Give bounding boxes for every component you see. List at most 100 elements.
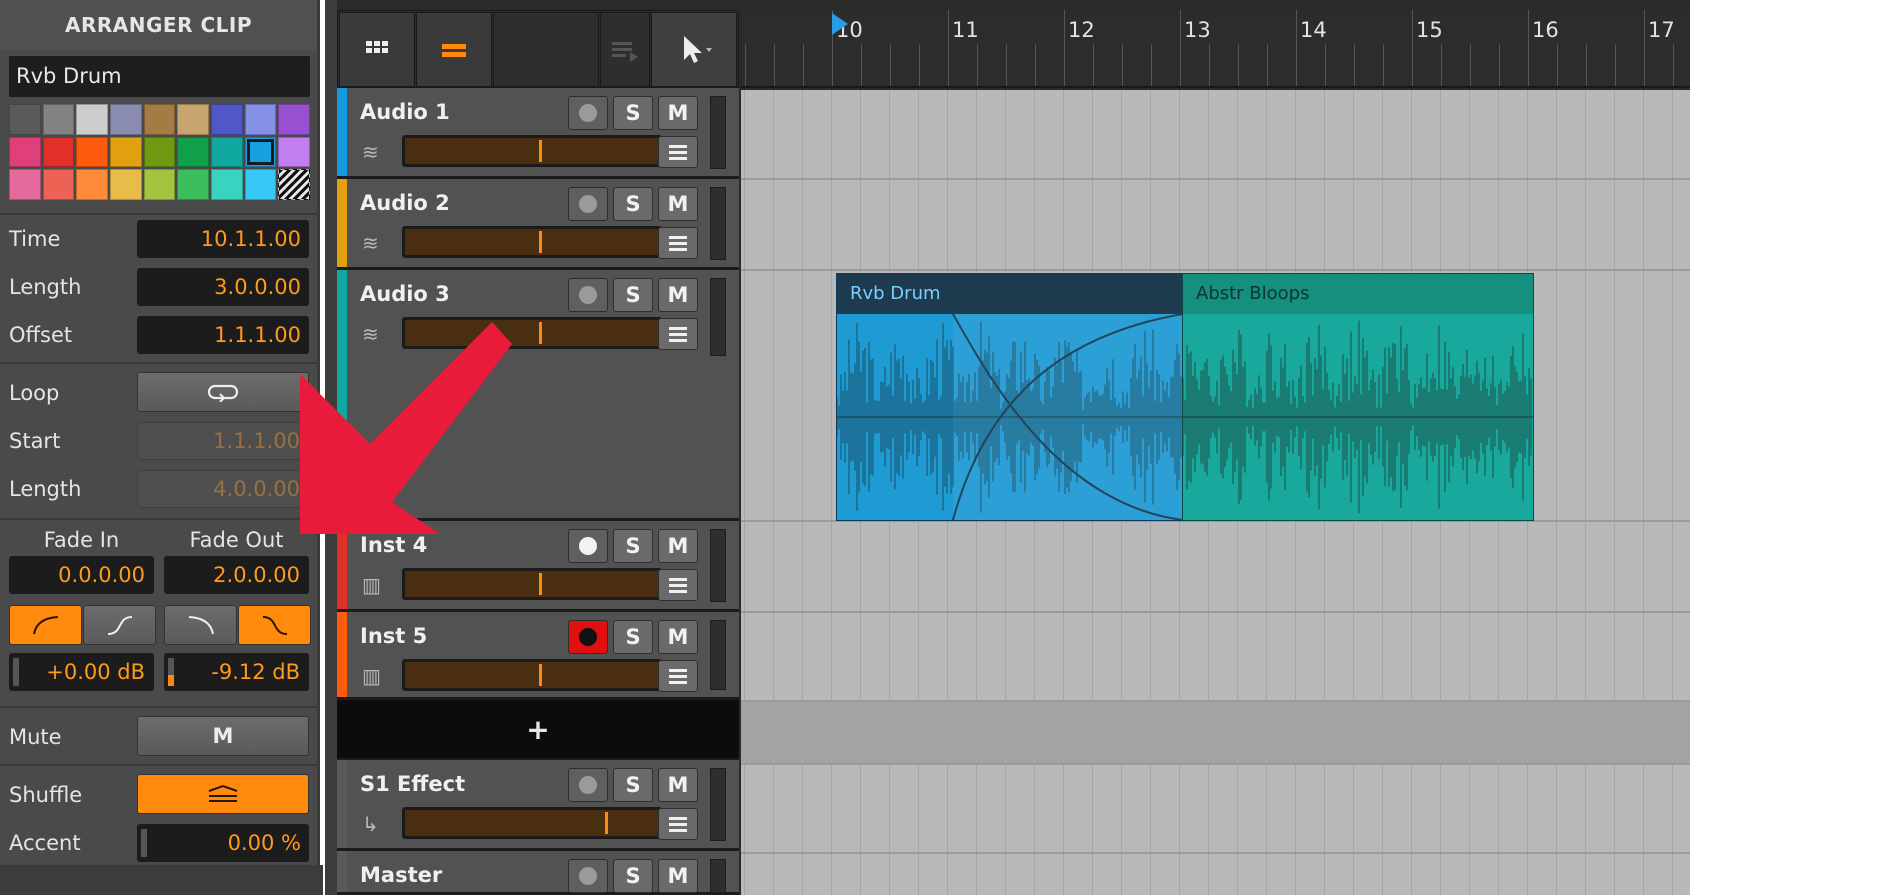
clip-header[interactable]: Abstr Bloops <box>1183 274 1533 314</box>
color-swatch[interactable] <box>177 169 209 200</box>
length-value[interactable]: 3.0.0.00 <box>137 268 309 306</box>
color-swatch[interactable] <box>177 104 209 135</box>
track-header[interactable]: Audio 1 S M ≋ <box>337 88 739 179</box>
color-swatch[interactable] <box>42 169 75 200</box>
edit-mode-button[interactable] <box>600 12 650 87</box>
pointer-tool-button[interactable] <box>651 12 737 87</box>
fade-out-curve-scurve-button[interactable] <box>238 605 311 645</box>
fade-out-value[interactable]: 2.0.0.00 <box>164 556 309 594</box>
loop-length-value[interactable]: 4.0.0.00 <box>137 470 309 508</box>
color-swatch[interactable] <box>42 136 75 168</box>
color-swatch[interactable] <box>109 104 142 135</box>
offset-value[interactable]: 1.1.1.00 <box>137 316 309 354</box>
color-swatch[interactable] <box>244 104 277 135</box>
fade-out-curve-slow-button[interactable] <box>164 605 237 645</box>
track-name[interactable]: Audio 1 <box>360 100 450 124</box>
color-swatch[interactable] <box>278 136 310 168</box>
color-swatch[interactable] <box>143 136 176 168</box>
fade-out-gain-value[interactable]: -9.12 dB <box>164 653 309 691</box>
color-swatch[interactable] <box>76 136 108 168</box>
volume-fader[interactable] <box>402 807 662 839</box>
track-header[interactable]: S1 Effect S M ↳ <box>337 760 739 851</box>
color-swatch[interactable] <box>9 104 41 135</box>
shuffle-toggle-button[interactable] <box>137 774 309 814</box>
color-swatch[interactable] <box>177 136 209 168</box>
record-arm-button[interactable] <box>568 529 608 563</box>
record-arm-button[interactable] <box>568 96 608 130</box>
color-swatch[interactable] <box>9 169 41 200</box>
arrange-view-button[interactable] <box>416 12 492 87</box>
fade-in-curve-fast-button[interactable] <box>9 605 82 645</box>
track-menu-button[interactable] <box>658 660 698 692</box>
color-swatch[interactable] <box>210 104 243 135</box>
track-header[interactable]: Inst 5 S M ▥ <box>337 612 739 700</box>
solo-button[interactable]: S <box>613 187 653 221</box>
track-menu-button[interactable] <box>658 808 698 840</box>
track-menu-button[interactable] <box>658 318 698 350</box>
clip-mute-button[interactable]: M <box>137 716 309 756</box>
solo-button[interactable]: S <box>613 768 653 802</box>
color-swatch[interactable] <box>143 169 176 200</box>
mute-button[interactable]: M <box>658 529 698 563</box>
volume-fader[interactable] <box>402 568 662 600</box>
timeline-ruler[interactable]: 10 11 12 13 14 15 16 17 <box>741 10 1690 88</box>
track-menu-button[interactable] <box>658 227 698 259</box>
color-swatch[interactable] <box>109 136 142 168</box>
audio-clip[interactable]: Rvb Drum <box>836 273 1184 521</box>
solo-button[interactable]: S <box>613 859 653 893</box>
fade-in-gain-value[interactable]: +0.00 dB <box>9 653 154 691</box>
add-track-button[interactable]: + <box>337 700 739 758</box>
color-swatch[interactable] <box>244 169 277 200</box>
track-name[interactable]: Inst 5 <box>360 624 427 648</box>
color-swatch[interactable] <box>76 169 108 200</box>
record-arm-button[interactable] <box>568 859 608 893</box>
playhead-marker-icon[interactable] <box>832 13 852 35</box>
color-swatch[interactable] <box>278 169 310 200</box>
color-swatch[interactable] <box>42 104 75 135</box>
record-arm-button[interactable] <box>568 620 608 654</box>
start-value[interactable]: 1.1.1.00 <box>137 422 309 460</box>
volume-fader[interactable] <box>402 659 662 691</box>
color-swatch[interactable] <box>9 136 41 168</box>
solo-button[interactable]: S <box>613 529 653 563</box>
track-menu-button[interactable] <box>658 136 698 168</box>
track-name[interactable]: Master <box>360 863 442 887</box>
audio-clip[interactable]: Abstr Bloops <box>1182 273 1534 521</box>
time-value[interactable]: 10.1.1.00 <box>137 220 309 258</box>
loop-toggle-button[interactable] <box>137 372 309 412</box>
accent-value[interactable]: 0.00 % <box>137 824 309 862</box>
record-arm-button[interactable] <box>568 278 608 312</box>
mute-button[interactable]: M <box>658 278 698 312</box>
track-menu-button[interactable] <box>658 569 698 601</box>
track-header[interactable]: Audio 2 S M ≋ <box>337 179 739 270</box>
color-swatch[interactable] <box>278 104 310 135</box>
mute-button[interactable]: M <box>658 859 698 893</box>
grid-view-button[interactable] <box>339 12 415 87</box>
record-arm-button[interactable] <box>568 768 608 802</box>
color-swatch[interactable] <box>109 169 142 200</box>
color-swatch[interactable] <box>76 104 108 135</box>
mute-button[interactable]: M <box>658 187 698 221</box>
volume-fader[interactable] <box>402 226 662 258</box>
fade-in-value[interactable]: 0.0.0.00 <box>9 556 154 594</box>
solo-button[interactable]: S <box>613 620 653 654</box>
color-swatch[interactable] <box>210 136 243 168</box>
color-swatch[interactable] <box>143 104 176 135</box>
fade-in-curve-scurve-button[interactable] <box>83 605 156 645</box>
record-arm-button[interactable] <box>568 187 608 221</box>
track-name[interactable]: S1 Effect <box>360 772 465 796</box>
track-name[interactable]: Audio 3 <box>360 282 450 306</box>
track-name[interactable]: Audio 2 <box>360 191 450 215</box>
mute-button[interactable]: M <box>658 620 698 654</box>
color-swatch[interactable] <box>210 169 243 200</box>
solo-button[interactable]: S <box>613 96 653 130</box>
volume-fader[interactable] <box>402 135 662 167</box>
color-swatch[interactable] <box>244 136 277 168</box>
solo-button[interactable]: S <box>613 278 653 312</box>
mute-button[interactable]: M <box>658 96 698 130</box>
arrangement-timeline[interactable]: Rvb Drum Abstr Bloops <box>741 90 1690 895</box>
track-header[interactable]: Master S M <box>337 851 739 895</box>
clip-name-field[interactable]: Rvb Drum <box>9 56 310 97</box>
mute-button[interactable]: M <box>658 768 698 802</box>
clip-header[interactable]: Rvb Drum <box>837 274 1183 314</box>
